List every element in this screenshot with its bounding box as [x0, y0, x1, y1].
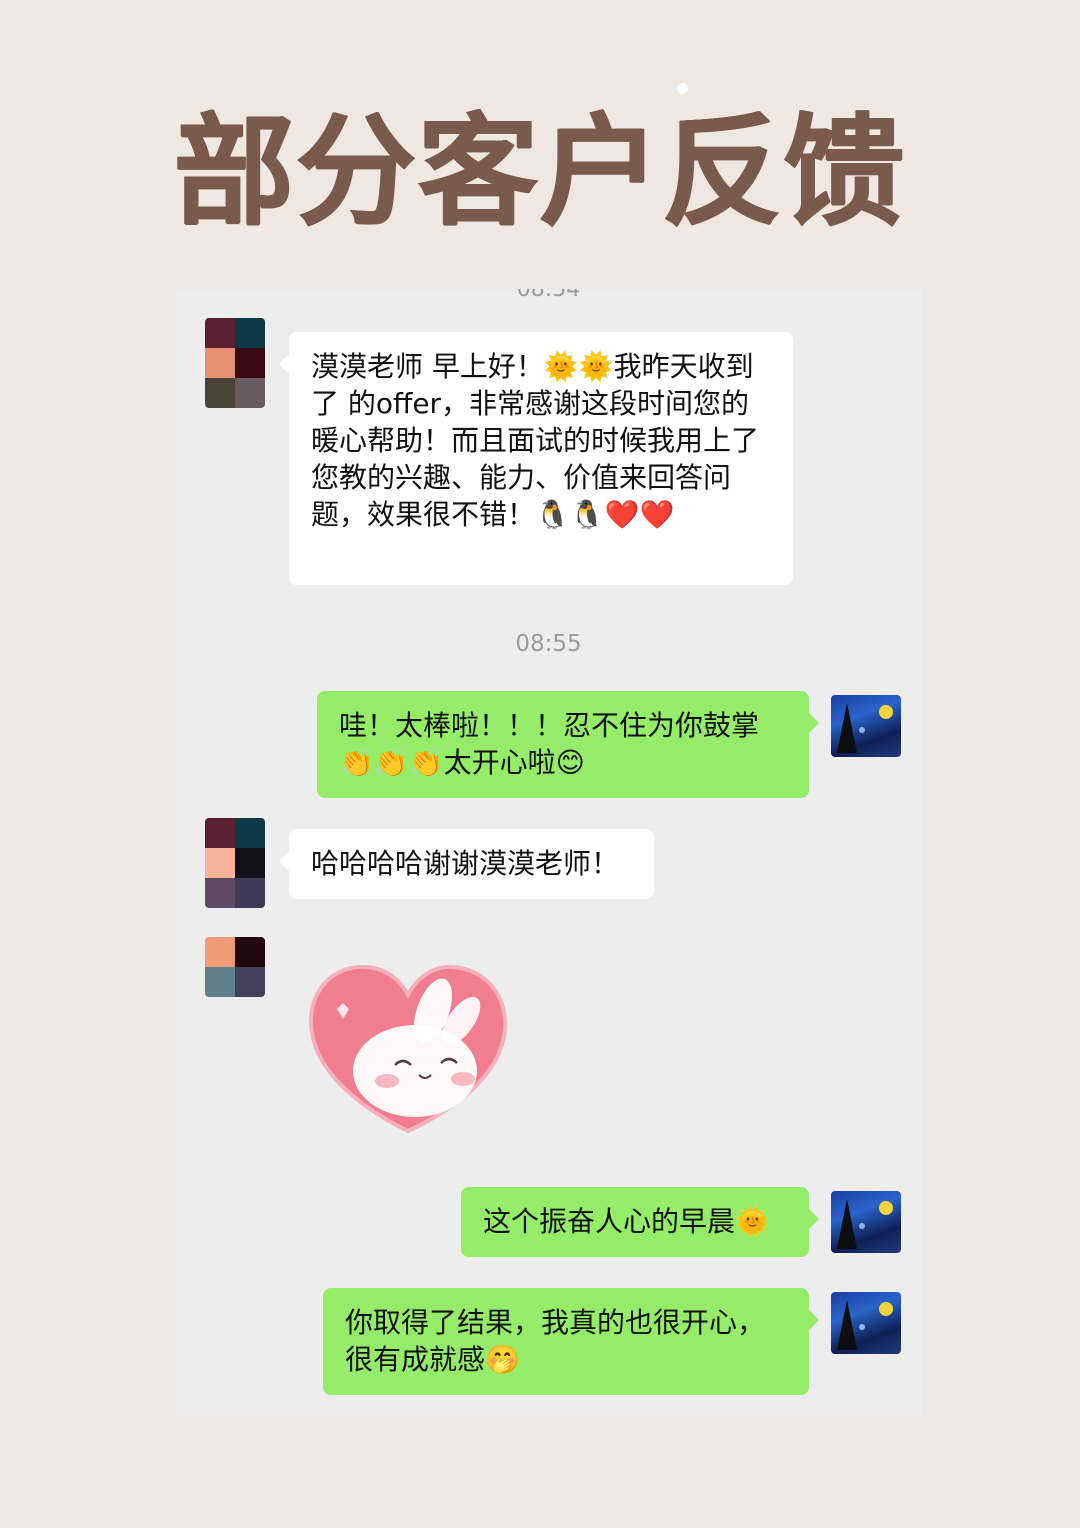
heart-bunny-sticker[interactable]	[303, 959, 513, 1139]
message-bubble[interactable]: 哇！太棒啦！！！忍不住为你鼓掌👏👏👏太开心啦😊	[317, 691, 819, 798]
message-bubble[interactable]: 哈哈哈哈谢谢漠漠老师！	[279, 829, 654, 899]
client-avatar[interactable]	[205, 937, 265, 997]
timestamp: 08:54	[516, 289, 581, 302]
timestamp: 08:55	[515, 631, 582, 657]
message-bubble[interactable]: 你取得了结果，我真的也很开心，很有成就感🤭	[323, 1288, 819, 1395]
teacher-avatar[interactable]	[831, 695, 901, 757]
message-bubble[interactable]: 漠漠老师 早上好！🌞🌞我昨天收到了 的offer，非常感谢这段时间您的暖心帮助！…	[279, 332, 793, 585]
client-avatar[interactable]	[205, 318, 265, 408]
client-avatar[interactable]	[205, 818, 265, 908]
teacher-avatar[interactable]	[831, 1191, 901, 1253]
teacher-avatar[interactable]	[831, 1292, 901, 1354]
decor-dot	[677, 83, 688, 94]
page-title: 部分客户反馈	[174, 103, 906, 242]
chat-window[interactable]: 08:54 漠漠老师 早上好！🌞🌞我昨天收到了 的offer，非常感谢这段时间您…	[176, 289, 921, 1416]
message-bubble[interactable]: 这个振奋人心的早晨🌞	[461, 1187, 819, 1257]
